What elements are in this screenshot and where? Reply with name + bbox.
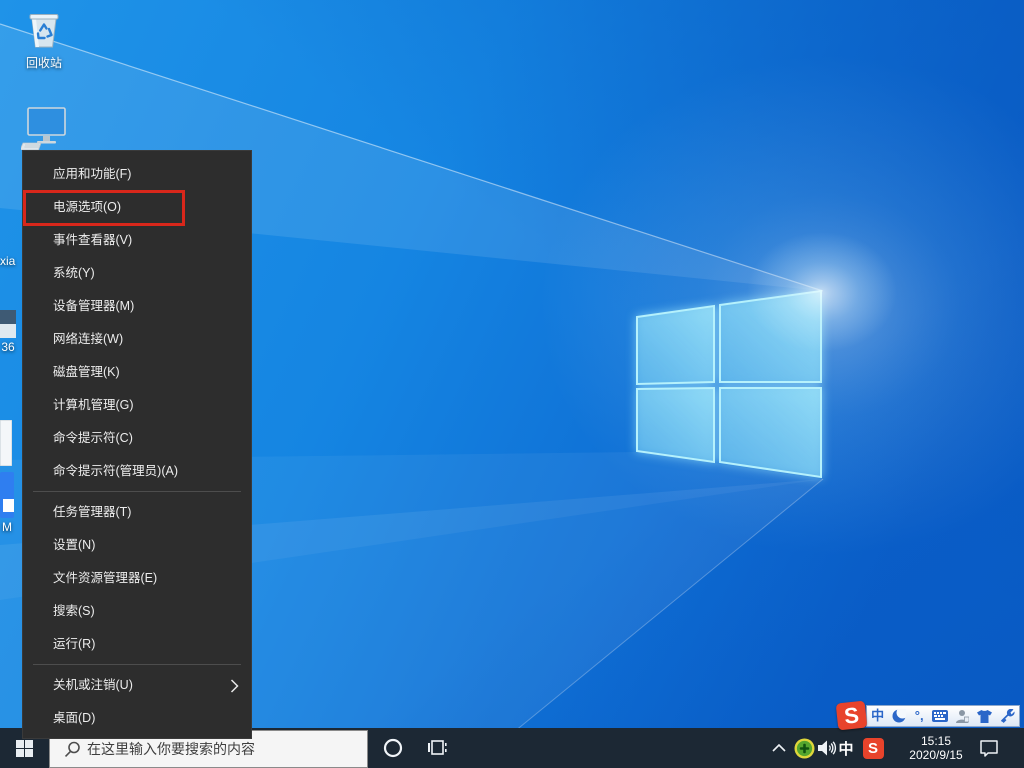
sogou-icon: S <box>863 738 884 759</box>
menu-item-label: 搜索(S) <box>53 604 95 618</box>
cortana-icon <box>383 738 403 758</box>
menu-item-apps-features[interactable]: 应用和功能(F) <box>23 158 251 191</box>
menu-item-label: 关机或注销(U) <box>53 678 133 692</box>
menu-item-label: 文件资源管理器(E) <box>53 571 157 585</box>
task-view-button[interactable] <box>420 728 454 768</box>
action-center-icon <box>979 738 999 758</box>
menu-item-label: 系统(Y) <box>53 266 95 280</box>
menu-item-file-explorer[interactable]: 文件资源管理器(E) <box>23 562 251 595</box>
menu-item-label: 运行(R) <box>53 637 95 651</box>
menu-item-desktop[interactable]: 桌面(D) <box>23 702 251 735</box>
clock-time: 15:15 <box>898 734 974 748</box>
recycle-bin-glyph <box>25 10 63 52</box>
desktop-icon-xia[interactable]: xia <box>0 252 15 268</box>
sogou-wrench-icon[interactable] <box>1001 709 1015 723</box>
submenu-chevron-icon <box>230 679 239 693</box>
this-pc-glyph <box>21 106 67 150</box>
sogou-moon-icon[interactable] <box>892 709 906 723</box>
desktop: 回收站 xia 36 M S <box>0 0 1024 768</box>
menu-item-label: 设备管理器(M) <box>53 299 134 313</box>
icon-fragment <box>0 420 12 466</box>
cortana-button[interactable] <box>376 728 410 768</box>
sogou-punctuation-icon[interactable]: °, <box>915 706 924 726</box>
tray-sogou-icon[interactable]: S <box>858 728 888 768</box>
menu-item-run[interactable]: 运行(R) <box>23 628 251 661</box>
desktop-icon-doc[interactable] <box>0 420 12 466</box>
sogou-user-icon[interactable] <box>956 709 969 723</box>
menu-item-label: 应用和功能(F) <box>53 167 131 181</box>
recycle-bin-icon[interactable]: 回收站 <box>16 10 72 71</box>
sogou-toolbar: 中 °, <box>866 705 1020 727</box>
menu-item-label: 任务管理器(T) <box>53 505 131 519</box>
sogou-keyboard-icon[interactable] <box>932 710 948 722</box>
menu-item-search[interactable]: 搜索(S) <box>23 595 251 628</box>
menu-item-event-viewer[interactable]: 事件查看器(V) <box>23 224 251 257</box>
chevron-up-icon <box>772 744 786 752</box>
windows-start-icon <box>16 740 33 757</box>
menu-item-settings[interactable]: 设置(N) <box>23 529 251 562</box>
menu-item-label: 设置(N) <box>53 538 95 552</box>
icon-fragment <box>0 472 14 518</box>
action-center-button[interactable] <box>974 728 1004 768</box>
recycle-bin-label: 回收站 <box>26 54 62 71</box>
sogou-logo-icon[interactable]: S <box>836 701 868 731</box>
menu-item-label: 磁盘管理(K) <box>53 365 120 379</box>
desktop-icon-m[interactable]: M <box>0 472 14 534</box>
menu-item-shutdown-signout[interactable]: 关机或注销(U) <box>23 669 251 702</box>
this-pc-icon[interactable] <box>20 106 68 150</box>
menu-item-task-manager[interactable]: 任务管理器(T) <box>23 496 251 529</box>
desktop-icon-36[interactable]: 36 <box>0 310 16 354</box>
icon-fragment <box>0 310 16 338</box>
menu-item-command-prompt[interactable]: 命令提示符(C) <box>23 422 251 455</box>
menu-item-label: 网络连接(W) <box>53 332 123 346</box>
menu-separator <box>33 491 241 492</box>
input-method-indicator[interactable]: 中 <box>834 728 858 768</box>
highlight-annotation <box>23 190 185 226</box>
task-view-icon <box>427 739 447 757</box>
winx-context-menu: 应用和功能(F) 电源选项(O) 事件查看器(V) 系统(Y) 设备管理器(M)… <box>22 150 252 739</box>
sogou-chinese-mode-icon[interactable]: 中 <box>871 706 884 726</box>
menu-item-label: 计算机管理(G) <box>53 398 134 412</box>
tray-expand-button[interactable] <box>766 728 792 768</box>
menu-item-network-connections[interactable]: 网络连接(W) <box>23 323 251 356</box>
clock-date: 2020/9/15 <box>898 748 974 762</box>
tray-360-icon[interactable] <box>792 728 816 768</box>
green-ball-icon <box>794 738 815 759</box>
menu-item-command-prompt-admin[interactable]: 命令提示符(管理员)(A) <box>23 455 251 488</box>
menu-item-label: 事件查看器(V) <box>53 233 132 247</box>
search-placeholder: 在这里输入你要搜索的内容 <box>87 739 255 759</box>
menu-item-device-manager[interactable]: 设备管理器(M) <box>23 290 251 323</box>
menu-item-disk-management[interactable]: 磁盘管理(K) <box>23 356 251 389</box>
search-icon <box>64 741 81 758</box>
menu-item-label: 桌面(D) <box>53 711 95 725</box>
menu-item-label: 命令提示符(管理员)(A) <box>53 464 178 478</box>
menu-item-system[interactable]: 系统(Y) <box>23 257 251 290</box>
sogou-input-bar: S 中 °, <box>837 702 1020 729</box>
sogou-skin-icon[interactable] <box>977 710 992 723</box>
taskbar-clock[interactable]: 15:15 2020/9/15 <box>898 728 974 768</box>
menu-item-computer-management[interactable]: 计算机管理(G) <box>23 389 251 422</box>
menu-separator <box>33 664 241 665</box>
menu-item-label: 命令提示符(C) <box>53 431 133 445</box>
